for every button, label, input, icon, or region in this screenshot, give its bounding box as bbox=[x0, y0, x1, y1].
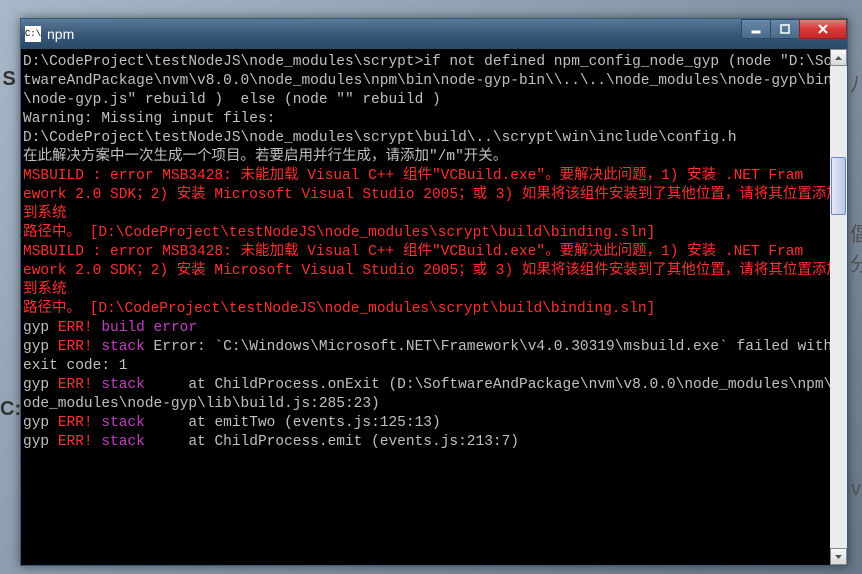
terminal-line: 路径中。 [D:\CodeProject\testNodeJS\node_mod… bbox=[23, 300, 845, 319]
bg-right-0: 八 bbox=[850, 68, 862, 97]
bg-letter-c: C: bbox=[0, 398, 18, 421]
bg-right-3: v bbox=[850, 478, 862, 501]
window-title: npm bbox=[47, 26, 74, 42]
bg-letter-s: S bbox=[0, 68, 18, 91]
terminal-output[interactable]: D:\CodeProject\testNodeJS\node_modules\s… bbox=[21, 49, 847, 565]
titlebar[interactable]: C:\ npm bbox=[21, 19, 847, 49]
terminal-line: ework 2.0 SDK；2) 安装 Microsoft Visual Stu… bbox=[23, 186, 845, 224]
terminal-line: gyp ERR! stack at emitTwo (events.js:125… bbox=[23, 414, 845, 433]
bg-right-1: 倡 bbox=[850, 218, 862, 247]
titlebar-buttons bbox=[742, 19, 847, 41]
terminal-line: 在此解决方案中一次生成一个项目。若要启用并行生成，请添加"/m"开关。 bbox=[23, 148, 845, 167]
maximize-button[interactable] bbox=[770, 19, 800, 39]
terminal-line: D:\CodeProject\testNodeJS\node_modules\s… bbox=[23, 129, 845, 148]
terminal-line: gyp ERR! stack at ChildProcess.emit (eve… bbox=[23, 433, 845, 452]
scrollbar-thumb[interactable] bbox=[831, 157, 846, 215]
terminal-line: D:\CodeProject\testNodeJS\node_modules\s… bbox=[23, 53, 845, 110]
scroll-up-button[interactable] bbox=[830, 49, 847, 66]
console-icon: C:\ bbox=[25, 26, 41, 42]
bg-right-2: 分 bbox=[850, 248, 862, 277]
minimize-button[interactable] bbox=[741, 19, 771, 39]
console-window: C:\ npm D:\CodeProject\testNodeJS\node_m… bbox=[20, 18, 848, 566]
terminal-line: MSBUILD : error MSB3428: 未能加载 Visual C++… bbox=[23, 243, 845, 262]
terminal-line: Warning: Missing input files: bbox=[23, 110, 845, 129]
terminal-line: MSBUILD : error MSB3428: 未能加载 Visual C++… bbox=[23, 167, 845, 186]
scroll-down-button[interactable] bbox=[830, 548, 847, 565]
terminal-line: ework 2.0 SDK；2) 安装 Microsoft Visual Stu… bbox=[23, 262, 845, 300]
terminal-line: 路径中。 [D:\CodeProject\testNodeJS\node_mod… bbox=[23, 224, 845, 243]
terminal-line: gyp ERR! stack at ChildProcess.onExit (D… bbox=[23, 376, 845, 414]
terminal-line: gyp ERR! build error bbox=[23, 319, 845, 338]
vertical-scrollbar[interactable] bbox=[830, 49, 847, 565]
terminal-line: gyp ERR! stack Error: `C:\Windows\Micros… bbox=[23, 338, 845, 376]
close-button[interactable] bbox=[799, 19, 847, 39]
